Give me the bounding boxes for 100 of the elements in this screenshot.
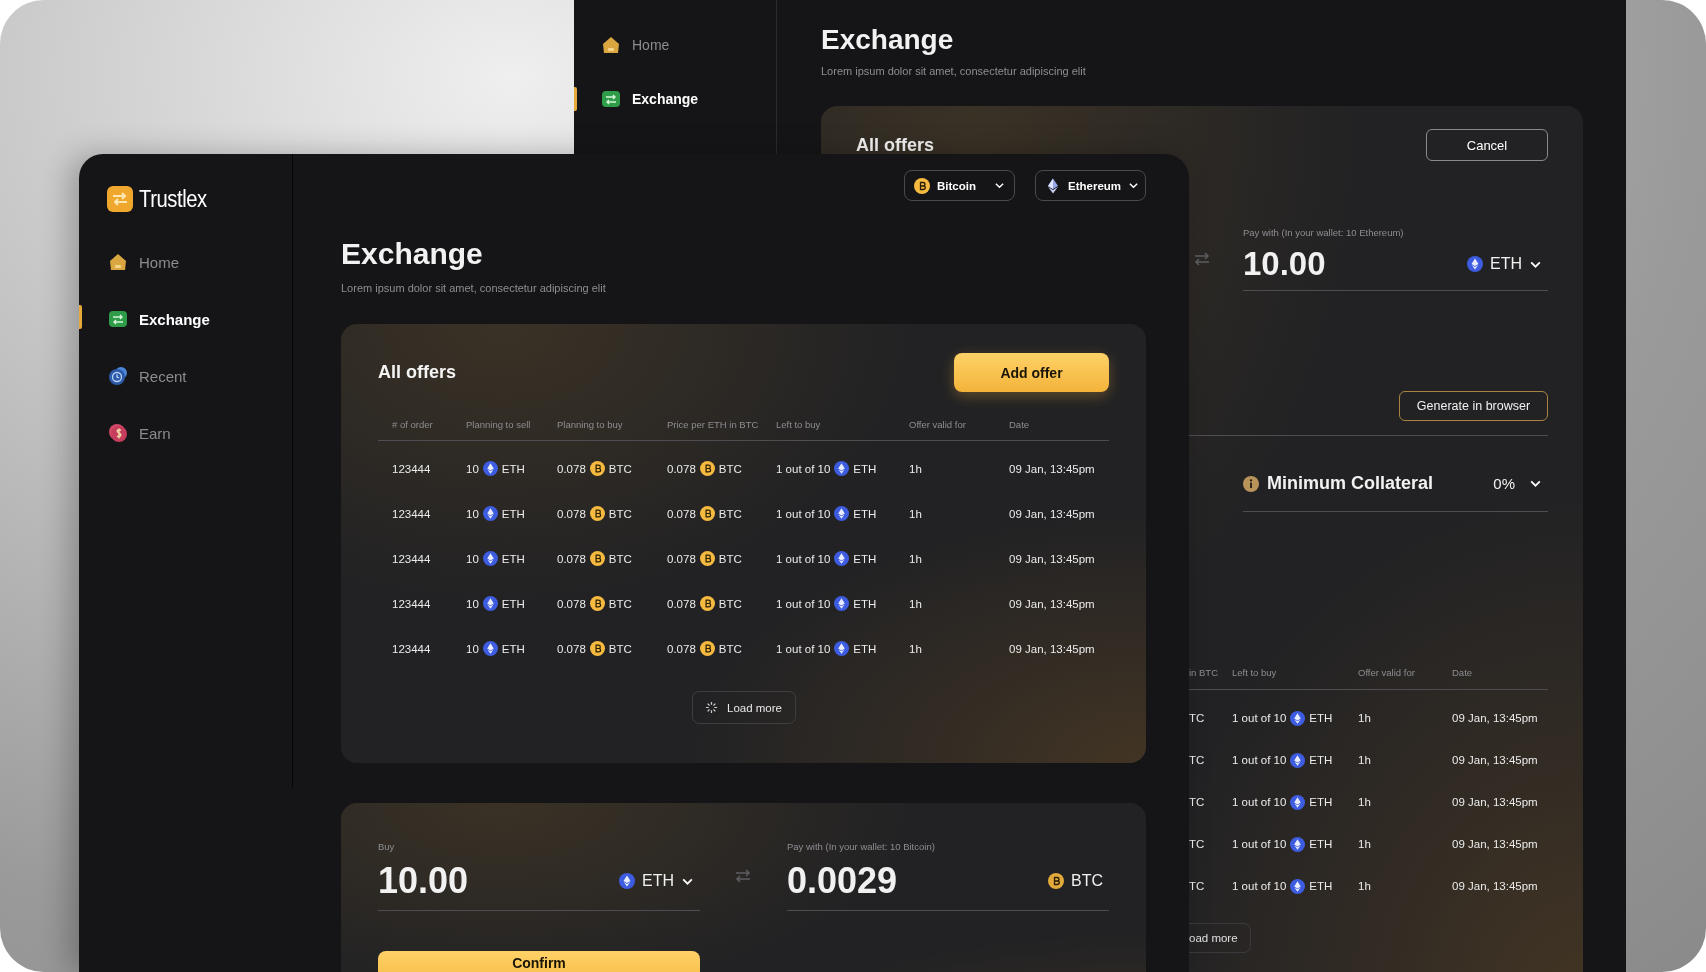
- currency-code: ETH: [1309, 880, 1333, 892]
- nav-item[interactable]: Exchange: [574, 81, 776, 117]
- table-cell-text: 123444: [392, 507, 432, 520]
- clock-icon: [107, 365, 129, 387]
- eth-coin-icon: [834, 461, 850, 476]
- table-cell-text: 1h: [1358, 754, 1372, 766]
- amount-text: 0.078: [667, 597, 696, 610]
- table-cell-text: 1h: [909, 642, 923, 655]
- table-cell-text: 09 Jan, 13:45pm: [1009, 462, 1096, 475]
- amount-text: 0.078: [557, 462, 586, 475]
- table-cell-text: 1h: [1358, 838, 1372, 850]
- load-more-button[interactable]: Load more: [691, 691, 796, 724]
- currency-code: ETH: [501, 642, 525, 655]
- currency-dropdown[interactable]: Ethereum: [1035, 170, 1146, 201]
- column-header: Date: [1452, 666, 1474, 678]
- dollar-coin-icon: [107, 422, 129, 444]
- table-cell-text: 09 Jan, 13:45pm: [1009, 552, 1096, 565]
- column-header: in BTC: [1189, 666, 1220, 678]
- pay-field[interactable]: Pay with (In your wallet: 10 Ethereum) 10.00 ETH: [1243, 227, 1548, 291]
- table-cell-text: TC: [1189, 754, 1206, 766]
- generate-button[interactable]: Generate in browser: [1399, 391, 1548, 421]
- eth-coin-icon: [482, 596, 498, 611]
- cancel-button[interactable]: Cancel: [1426, 129, 1548, 161]
- btc-coin-icon: [589, 641, 605, 656]
- page-title: Exchange: [341, 236, 484, 272]
- amount-text: 10: [466, 642, 479, 655]
- eth-coin-icon: [482, 506, 498, 521]
- table-cell-text: 09 Jan, 13:45pm: [1009, 642, 1096, 655]
- exchange-icon: [600, 88, 622, 110]
- table-cell-text: 1h: [909, 552, 923, 565]
- currency-dropdown[interactable]: Bitcoin: [904, 170, 1015, 201]
- page-title: Exchange: [821, 23, 955, 57]
- chevron-down-icon: [1128, 180, 1140, 191]
- eth-coin-icon: [482, 641, 498, 656]
- table-cell-text: 1h: [909, 507, 923, 520]
- table-cell-text: TC: [1189, 838, 1206, 850]
- btc-coin-icon: [589, 506, 605, 521]
- buy-field[interactable]: Buy 10.00 ETH: [378, 841, 700, 911]
- eth-coin-icon: [834, 596, 850, 611]
- table-cell-text: 1h: [1358, 712, 1372, 724]
- home-icon: [107, 251, 129, 273]
- currency-code: ETH: [1309, 838, 1333, 850]
- currency-code: BTC: [718, 507, 742, 520]
- nav-item[interactable]: Exchange: [79, 299, 292, 339]
- table-cell-text: 123444: [392, 597, 432, 610]
- amount-text: 10: [466, 552, 479, 565]
- btc-coin-icon: [1048, 873, 1064, 889]
- btc-coin-icon: [699, 506, 715, 521]
- chevron-down-icon: [994, 180, 1005, 191]
- currency-code: ETH: [853, 597, 877, 610]
- column-header: Left to buy: [1232, 666, 1278, 678]
- currency-code: BTC: [608, 507, 632, 520]
- amount-text: 0.078: [557, 642, 586, 655]
- table-cell-text: 09 Jan, 13:45pm: [1452, 712, 1539, 724]
- column-header: # of order: [392, 418, 434, 430]
- info-icon: [1243, 475, 1259, 492]
- nav-item[interactable]: Home: [79, 242, 292, 282]
- collateral-select[interactable]: Minimum Collateral 0%: [1189, 435, 1548, 512]
- spinner-icon: [705, 701, 718, 714]
- pay-field[interactable]: Pay with (In your wallet: 10 Bitcoin) 0.0029 BTC: [787, 841, 1109, 911]
- eth-coin-icon: [834, 641, 850, 656]
- nav-item[interactable]: Earn: [79, 413, 292, 453]
- currency-code: BTC: [718, 552, 742, 565]
- currency-code: BTC: [608, 642, 632, 655]
- currency-code: BTC: [718, 597, 742, 610]
- confirm-button[interactable]: Confirm: [378, 951, 700, 972]
- amount-text: 1 out of 10: [776, 462, 831, 475]
- eth-coin-icon: [1290, 752, 1306, 768]
- column-header: Price per ETH in BTC: [667, 418, 760, 430]
- column-header: Planning to sell: [466, 418, 532, 430]
- amount-text: 1 out of 10: [1232, 754, 1287, 766]
- currency-code: ETH: [853, 507, 877, 520]
- table-cell-text: 09 Jan, 13:45pm: [1452, 754, 1539, 766]
- eth-coin-icon: [619, 873, 635, 889]
- page-subtitle: Lorem ipsum dolor sit amet, consectetur adipiscing elit: [821, 65, 1087, 77]
- table-cell-text: 1h: [909, 462, 923, 475]
- amount-text: 1 out of 10: [1232, 880, 1287, 892]
- eth-coin-icon: [1467, 256, 1483, 272]
- amount-text: 1 out of 10: [1232, 796, 1287, 808]
- home-icon: [600, 34, 622, 56]
- table-cell-text: 1h: [1358, 796, 1372, 808]
- currency-code: BTC: [718, 462, 742, 475]
- nav-item[interactable]: Recent: [79, 356, 292, 396]
- currency-code: BTC: [718, 642, 742, 655]
- add-offer-button[interactable]: Add offer: [954, 353, 1109, 392]
- eth-coin-icon: [1290, 794, 1306, 810]
- nav-item[interactable]: Home: [574, 27, 776, 63]
- table-cell-text: 09 Jan, 13:45pm: [1452, 880, 1539, 892]
- currency-code: ETH: [501, 507, 525, 520]
- currency-code: ETH: [853, 552, 877, 565]
- column-header: Offer valid for: [1358, 666, 1416, 678]
- btc-coin-icon: [589, 596, 605, 611]
- btc-coin-icon: [589, 461, 605, 476]
- logo-text: Trustlex: [139, 185, 207, 213]
- amount-text: 0.078: [557, 597, 586, 610]
- amount-text: 1 out of 10: [776, 507, 831, 520]
- eth-coin-icon: [1290, 710, 1306, 726]
- currency-code: BTC: [608, 597, 632, 610]
- logo-icon: [107, 186, 133, 212]
- table-cell-text: 123444: [392, 552, 432, 565]
